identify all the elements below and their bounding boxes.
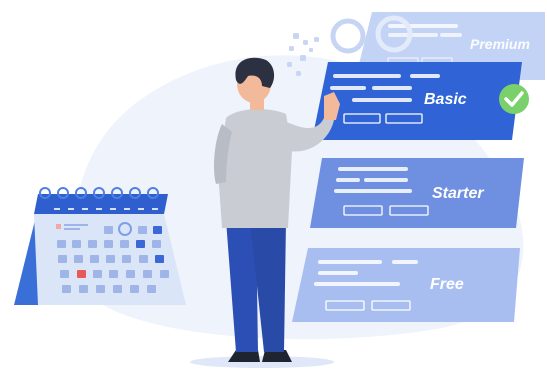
plan-card-free[interactable] [292, 248, 520, 322]
plan-label-free: Free [430, 276, 464, 293]
plan-label-basic: Basic [424, 91, 467, 108]
plan-card-basic[interactable] [312, 62, 522, 140]
calendar-icon [14, 187, 186, 305]
checkmark-icon [499, 84, 529, 114]
plan-label-starter: Starter [432, 185, 484, 202]
plan-card-starter[interactable] [310, 158, 524, 228]
pricing-plans-illustration: Premium Basic Starter Free [0, 0, 547, 370]
ring-decoration [330, 18, 366, 54]
plan-label-premium: Premium [470, 36, 530, 52]
